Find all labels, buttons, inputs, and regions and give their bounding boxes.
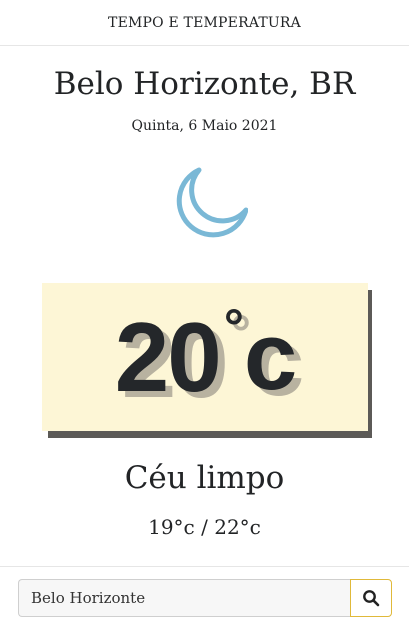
search-button[interactable] [350,579,392,617]
temperature-display: 20 ° c [42,283,368,431]
temperature-unit: c [243,303,297,410]
city-name: Belo Horizonte, BR [53,66,356,102]
search-icon [363,590,380,607]
min-max-temperature: 19°c / 22°c [148,515,261,539]
temperature-value: 20 [114,301,222,412]
app-title: TEMPO E TEMPERATURA [108,14,301,31]
moon-icon [176,167,248,238]
current-date: Quinta, 6 Maio 2021 [131,118,278,134]
weather-condition: Céu limpo [124,460,285,496]
app-header: TEMPO E TEMPERATURA [0,0,409,46]
footer-divider [0,566,409,567]
degree-symbol: ° [223,299,244,355]
city-search-input[interactable] [18,579,350,617]
